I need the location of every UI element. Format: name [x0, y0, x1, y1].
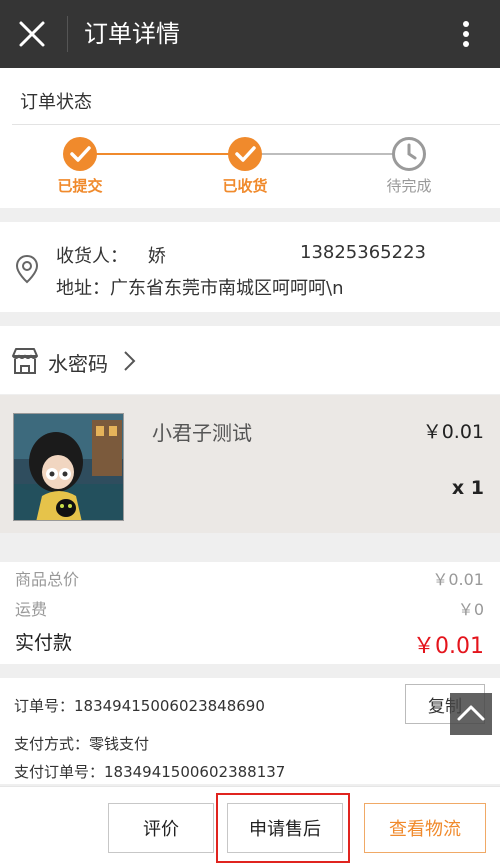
step-label-received: 已收货 [222, 177, 268, 195]
totals-card: 商品总价 ￥0.01 运费 ￥0 实付款 ￥0.01 [0, 562, 500, 664]
highlight-box [216, 793, 350, 863]
shop-icon [12, 348, 38, 374]
page-title: 订单详情 [84, 20, 180, 48]
recipient-row: 收货人： 娇 [56, 242, 166, 268]
shipping-value: ￥0 [457, 600, 484, 619]
goods-thumbnail [13, 413, 124, 521]
goods-quantity: x 1 [451, 477, 484, 499]
progress-line-done [80, 153, 245, 155]
goods-item[interactable]: 小君子测试 ￥0.01 x 1 [0, 395, 500, 533]
back-to-top-icon[interactable] [450, 693, 492, 735]
order-number: 订单号：1834941500602384869​0 [14, 697, 265, 715]
location-pin-icon [15, 254, 39, 284]
paid-value: ￥0.01 [413, 634, 484, 659]
topbar-divider [67, 16, 68, 52]
paid-label: 实付款 [15, 632, 73, 654]
close-icon[interactable] [16, 18, 48, 50]
review-button[interactable]: 评价 [108, 803, 214, 853]
clock-icon [392, 137, 426, 171]
chevron-right-icon [124, 351, 136, 371]
recipient-phone: 13825365223 [300, 242, 426, 263]
goods-name: 小君子测试 [152, 421, 252, 445]
top-bar: 订单详情 [0, 0, 500, 68]
payment-method: 支付方式：零钱支付 [14, 735, 150, 753]
view-logistics-button[interactable]: 查看物流 [364, 803, 486, 853]
goods-price: ￥0.01 [422, 421, 484, 443]
address-line: 地址：广东省东莞市南城区呵呵呵\n [56, 278, 344, 299]
recipient-label: 收货人： [56, 246, 128, 267]
bottom-action-bar: 评价 申请售后 查看物流 [0, 786, 500, 865]
payment-order-number: 支付订单号：1834941500602388137 [14, 763, 286, 781]
step-label-submitted: 已提交 [57, 177, 103, 195]
more-vertical-icon[interactable] [456, 18, 476, 50]
order-status-label: 订单状态 [20, 92, 92, 113]
subtotal-value: ￥0.01 [432, 570, 484, 589]
order-status-card: 订单状态 已提交 已收货 待完成 [0, 68, 500, 208]
divider [12, 124, 500, 125]
shop-name: 水密码 [48, 352, 108, 376]
check-icon [228, 137, 262, 171]
recipient-name: 娇 [147, 246, 166, 267]
progress-line-pending [245, 153, 410, 155]
subtotal-label: 商品总价 [15, 570, 80, 589]
address-card: 收货人： 娇 13825365223 地址：广东省东莞市南城区呵呵呵\n [0, 222, 500, 312]
step-label-pending: 待完成 [386, 177, 432, 195]
order-info-card: 订单号：1834941500602384869​0 复制 支付方式：零钱支付 支… [0, 678, 500, 784]
check-icon [63, 137, 97, 171]
shop-row[interactable]: 水密码 [0, 326, 500, 394]
shipping-label: 运费 [15, 600, 48, 619]
